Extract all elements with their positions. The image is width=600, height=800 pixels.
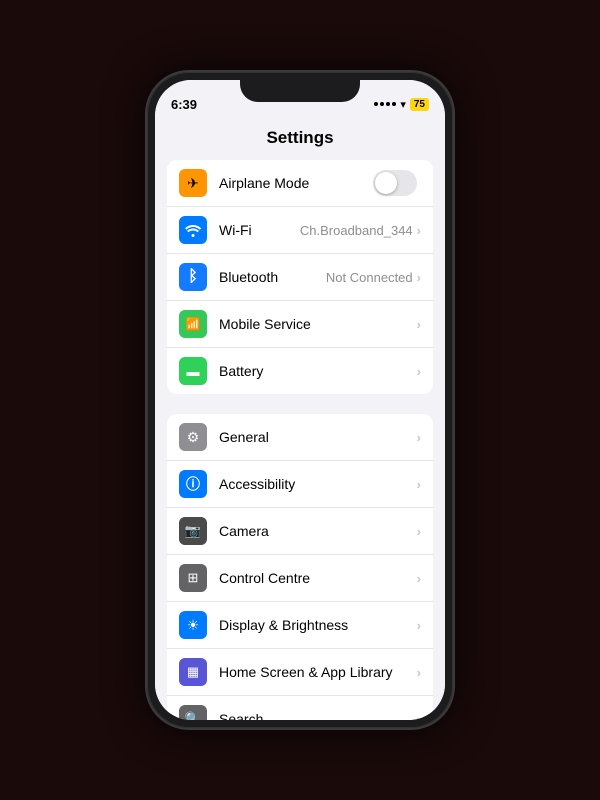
search-icon: 🔍	[179, 705, 207, 720]
battery-icon: ▬	[179, 357, 207, 385]
airplane-toggle-knob	[375, 172, 397, 194]
display-chevron: ›	[417, 618, 421, 633]
wifi-chevron: ›	[417, 223, 421, 238]
phone-screen: 6:39 ▾ 75 Settings ✈ Airplane Mode	[155, 80, 445, 720]
airplane-toggle[interactable]	[373, 170, 417, 196]
settings-row-battery[interactable]: ▬ Battery ›	[167, 348, 433, 394]
airplane-label: Airplane Mode	[219, 175, 373, 191]
settings-row-general[interactable]: ⚙ General ›	[167, 414, 433, 461]
settings-row-display[interactable]: ☀ Display & Brightness ›	[167, 602, 433, 649]
control-label: Control Centre	[219, 570, 417, 586]
display-icon: ☀	[179, 611, 207, 639]
accessibility-chevron: ›	[417, 477, 421, 492]
bluetooth-chevron: ›	[417, 270, 421, 285]
settings-row-search[interactable]: 🔍 Search ›	[167, 696, 433, 720]
page-title: Settings	[155, 120, 445, 160]
general-label: General	[219, 429, 417, 445]
mobile-chevron: ›	[417, 317, 421, 332]
settings-row-camera[interactable]: 📷 Camera ›	[167, 508, 433, 555]
page-content[interactable]: Settings ✈ Airplane Mode Wi-	[155, 120, 445, 720]
airplane-icon: ✈	[179, 169, 207, 197]
mobile-icon: 📶	[179, 310, 207, 338]
signal-dots	[374, 102, 396, 106]
settings-group-general: ⚙ General › ⓘ Accessibility › 📷 Camera ›…	[167, 414, 433, 720]
wifi-status-icon: ▾	[400, 98, 406, 111]
status-time: 6:39	[171, 97, 197, 112]
settings-row-homescreen[interactable]: ▦ Home Screen & App Library ›	[167, 649, 433, 696]
battery-label: Battery	[219, 363, 417, 379]
camera-label: Camera	[219, 523, 417, 539]
search-chevron: ›	[417, 712, 421, 721]
settings-row-accessibility[interactable]: ⓘ Accessibility ›	[167, 461, 433, 508]
signal-dot-1	[374, 102, 378, 106]
settings-row-airplane[interactable]: ✈ Airplane Mode	[167, 160, 433, 207]
phone-frame: 6:39 ▾ 75 Settings ✈ Airplane Mode	[145, 70, 455, 730]
mobile-label: Mobile Service	[219, 316, 417, 332]
control-icon: ⊞	[179, 564, 207, 592]
camera-icon: 📷	[179, 517, 207, 545]
settings-row-wifi[interactable]: Wi-Fi Ch.Broadband_344 ›	[167, 207, 433, 254]
settings-row-control[interactable]: ⊞ Control Centre ›	[167, 555, 433, 602]
wifi-label: Wi-Fi	[219, 222, 300, 238]
wifi-value: Ch.Broadband_344	[300, 223, 413, 238]
general-icon: ⚙	[179, 423, 207, 451]
signal-dot-2	[380, 102, 384, 106]
status-icons: ▾ 75	[374, 98, 429, 111]
accessibility-icon: ⓘ	[179, 470, 207, 498]
homescreen-chevron: ›	[417, 665, 421, 680]
homescreen-icon: ▦	[179, 658, 207, 686]
general-chevron: ›	[417, 430, 421, 445]
signal-dot-3	[386, 102, 390, 106]
battery-chevron: ›	[417, 364, 421, 379]
signal-dot-4	[392, 102, 396, 106]
settings-row-mobile[interactable]: 📶 Mobile Service ›	[167, 301, 433, 348]
bluetooth-value: Not Connected	[326, 270, 413, 285]
search-label: Search	[219, 711, 417, 720]
wifi-icon	[179, 216, 207, 244]
battery-percentage: 75	[410, 98, 429, 111]
notch	[240, 80, 360, 102]
control-chevron: ›	[417, 571, 421, 586]
camera-chevron: ›	[417, 524, 421, 539]
bluetooth-label: Bluetooth	[219, 269, 326, 285]
bluetooth-icon: ᛒ	[179, 263, 207, 291]
settings-group-connectivity: ✈ Airplane Mode Wi-Fi Ch.Broadband_344 ›	[167, 160, 433, 394]
settings-row-bluetooth[interactable]: ᛒ Bluetooth Not Connected ›	[167, 254, 433, 301]
accessibility-label: Accessibility	[219, 476, 417, 492]
homescreen-label: Home Screen & App Library	[219, 664, 417, 680]
display-label: Display & Brightness	[219, 617, 417, 633]
